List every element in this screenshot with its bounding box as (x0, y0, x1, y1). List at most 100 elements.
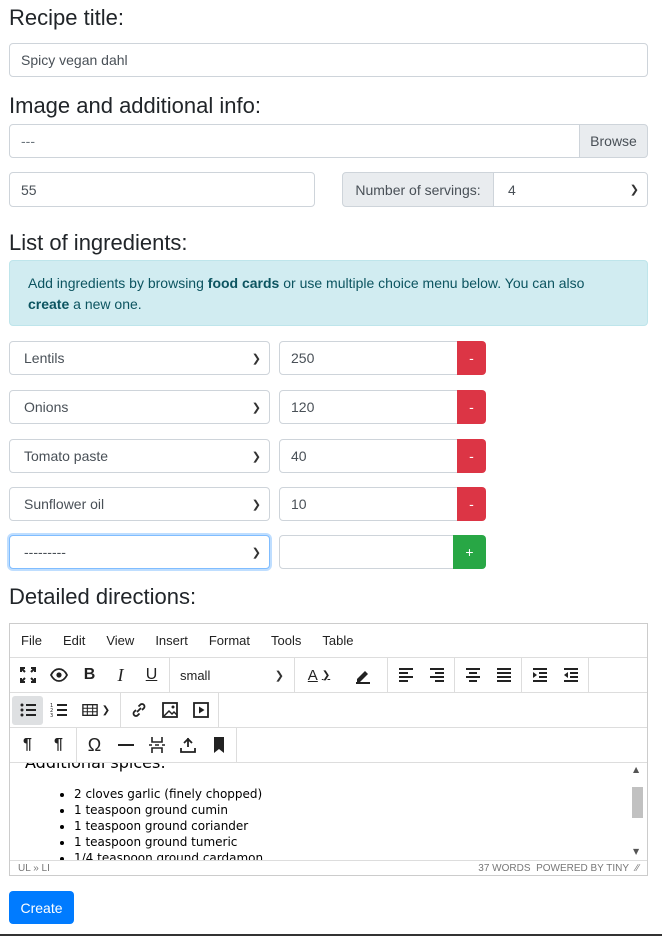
fullscreen-icon[interactable] (12, 661, 43, 690)
align-justify-icon[interactable] (488, 661, 519, 690)
bold-icon[interactable]: B (74, 661, 105, 690)
text-color-icon[interactable]: A ❯ (297, 661, 341, 690)
word-count: 37 WORDS (478, 862, 531, 874)
create-label: Create (20, 899, 63, 916)
image-file-input[interactable]: --- (9, 124, 580, 158)
toolbar-group (121, 693, 219, 727)
minus-icon: - (469, 350, 474, 366)
rtl-icon[interactable]: ¶ (43, 731, 74, 760)
new-ingredient-select[interactable]: --------- ❯ (9, 535, 270, 569)
toolbar-group (455, 658, 522, 692)
toolbar-group: B I U (10, 658, 170, 692)
add-ingredient-button[interactable]: + (453, 535, 486, 569)
ingredient-amount: 40 (291, 448, 307, 464)
remove-ingredient-button[interactable]: - (457, 390, 486, 424)
indent-icon[interactable] (524, 661, 555, 690)
ingredient-select[interactable]: Onions ❯ (9, 390, 270, 424)
powered-by-link[interactable]: POWERED BY TINY (536, 863, 629, 874)
content-scrollbar[interactable]: ▲ ▼ (631, 763, 643, 860)
ltr-icon[interactable]: ¶ (12, 731, 43, 760)
remove-ingredient-button[interactable]: - (457, 487, 486, 521)
rich-text-editor: File Edit View Insert Format Tools Table… (9, 623, 648, 876)
editor-content-area[interactable]: Additional spices: 2 cloves garlic (fine… (10, 763, 647, 860)
browse-button[interactable]: Browse (579, 124, 648, 158)
ingredient-name: Sunflower oil (24, 496, 105, 512)
font-size-dropdown[interactable]: small ❯ (170, 658, 295, 692)
ingredients-info-alert: Add ingredients by browsing food cards o… (9, 260, 648, 326)
menu-insert[interactable]: Insert (144, 633, 198, 648)
page-break-icon[interactable] (141, 731, 172, 760)
menu-tools[interactable]: Tools (260, 633, 311, 648)
ingredient-amount: 120 (291, 399, 315, 415)
menu-view[interactable]: View (95, 633, 144, 648)
insert-datetime-icon[interactable] (172, 731, 203, 760)
special-character-icon[interactable]: Ω (79, 731, 110, 760)
minutes-input[interactable]: 55 (9, 172, 315, 207)
create-button[interactable]: Create (9, 891, 74, 924)
ingredients-label: List of ingredients: (9, 230, 188, 255)
toolbar-group: ¶ ¶ (10, 728, 77, 762)
bookmark-icon[interactable] (203, 731, 234, 760)
list-item: 1 teaspoon ground coriander (74, 818, 263, 834)
toolbar-group (388, 658, 455, 692)
table-icon[interactable]: ❯ (74, 696, 118, 725)
font-size-value: small (180, 667, 211, 683)
alert-text: Add ingredients by browsing (28, 275, 208, 291)
align-center-icon[interactable] (457, 661, 488, 690)
servings-select[interactable]: 4 ❯ (493, 172, 648, 207)
alert-text: or use multiple choice menu below. You c… (279, 275, 585, 291)
toolbar-group: A ❯ (295, 658, 388, 692)
align-left-icon[interactable] (390, 661, 421, 690)
chevron-down-icon: ❯ (629, 184, 639, 196)
scroll-up-icon[interactable]: ▲ (633, 765, 639, 774)
ingredient-amount-input[interactable]: 120 (279, 390, 458, 424)
numbered-list-icon[interactable]: 123 (43, 696, 74, 725)
minutes-value: 55 (21, 181, 37, 198)
image-icon[interactable] (154, 696, 185, 725)
ingredient-select[interactable]: Sunflower oil ❯ (9, 487, 270, 521)
align-right-icon[interactable] (421, 661, 452, 690)
remove-ingredient-button[interactable]: - (457, 439, 486, 473)
bullet-list-icon[interactable] (12, 695, 43, 725)
outdent-icon[interactable] (555, 661, 586, 690)
servings-value: 4 (508, 181, 516, 198)
ingredient-select[interactable]: Tomato paste ❯ (9, 439, 270, 473)
ingredient-amount: 10 (291, 496, 307, 512)
resize-handle-icon[interactable]: ∕∕ (636, 863, 639, 874)
preview-icon[interactable] (43, 661, 74, 690)
menu-table[interactable]: Table (311, 633, 363, 648)
recipe-title-input[interactable]: Spicy vegan dahl (9, 43, 648, 77)
food-cards-link[interactable]: food cards (208, 275, 280, 291)
new-ingredient-name: --------- (24, 544, 66, 560)
ingredient-select[interactable]: Lentils ❯ (9, 341, 270, 375)
menu-file[interactable]: File (10, 633, 52, 648)
list-item: 1 teaspoon ground cumin (74, 802, 263, 818)
ingredient-amount-input[interactable]: 10 (279, 487, 458, 521)
list-item: 2 cloves garlic (finely chopped) (74, 786, 263, 802)
directions-label: Detailed directions: (9, 584, 197, 609)
chevron-down-icon: ❯ (251, 401, 261, 414)
image-file-value: --- (21, 133, 35, 149)
create-ingredient-link[interactable]: create (28, 296, 69, 312)
editor-toolbar-row: B I U small ❯ A ❯ (10, 658, 647, 693)
chevron-down-icon: ❯ (274, 669, 284, 682)
media-icon[interactable] (185, 696, 216, 725)
recipe-title-label: Recipe title: (9, 5, 124, 30)
italic-icon[interactable]: I (105, 661, 136, 690)
menu-edit[interactable]: Edit (52, 633, 95, 648)
menu-format[interactable]: Format (198, 633, 260, 648)
ingredient-amount-input[interactable]: 40 (279, 439, 458, 473)
ingredient-amount-input[interactable]: 250 (279, 341, 458, 375)
element-path[interactable]: UL » LI (18, 863, 50, 874)
remove-ingredient-button[interactable]: - (457, 341, 486, 375)
highlight-color-icon[interactable] (341, 661, 385, 690)
scroll-down-icon[interactable]: ▼ (633, 847, 639, 856)
link-icon[interactable] (123, 696, 154, 725)
list-item: 1/4 teaspoon ground cardamon (74, 850, 263, 860)
underline-icon[interactable]: U (136, 661, 167, 690)
minus-icon: - (469, 448, 474, 464)
chevron-down-icon: ❯ (251, 498, 261, 511)
scrollbar-thumb[interactable] (632, 787, 643, 818)
new-ingredient-amount-input[interactable] (279, 535, 454, 569)
horizontal-line-icon[interactable] (110, 731, 141, 760)
